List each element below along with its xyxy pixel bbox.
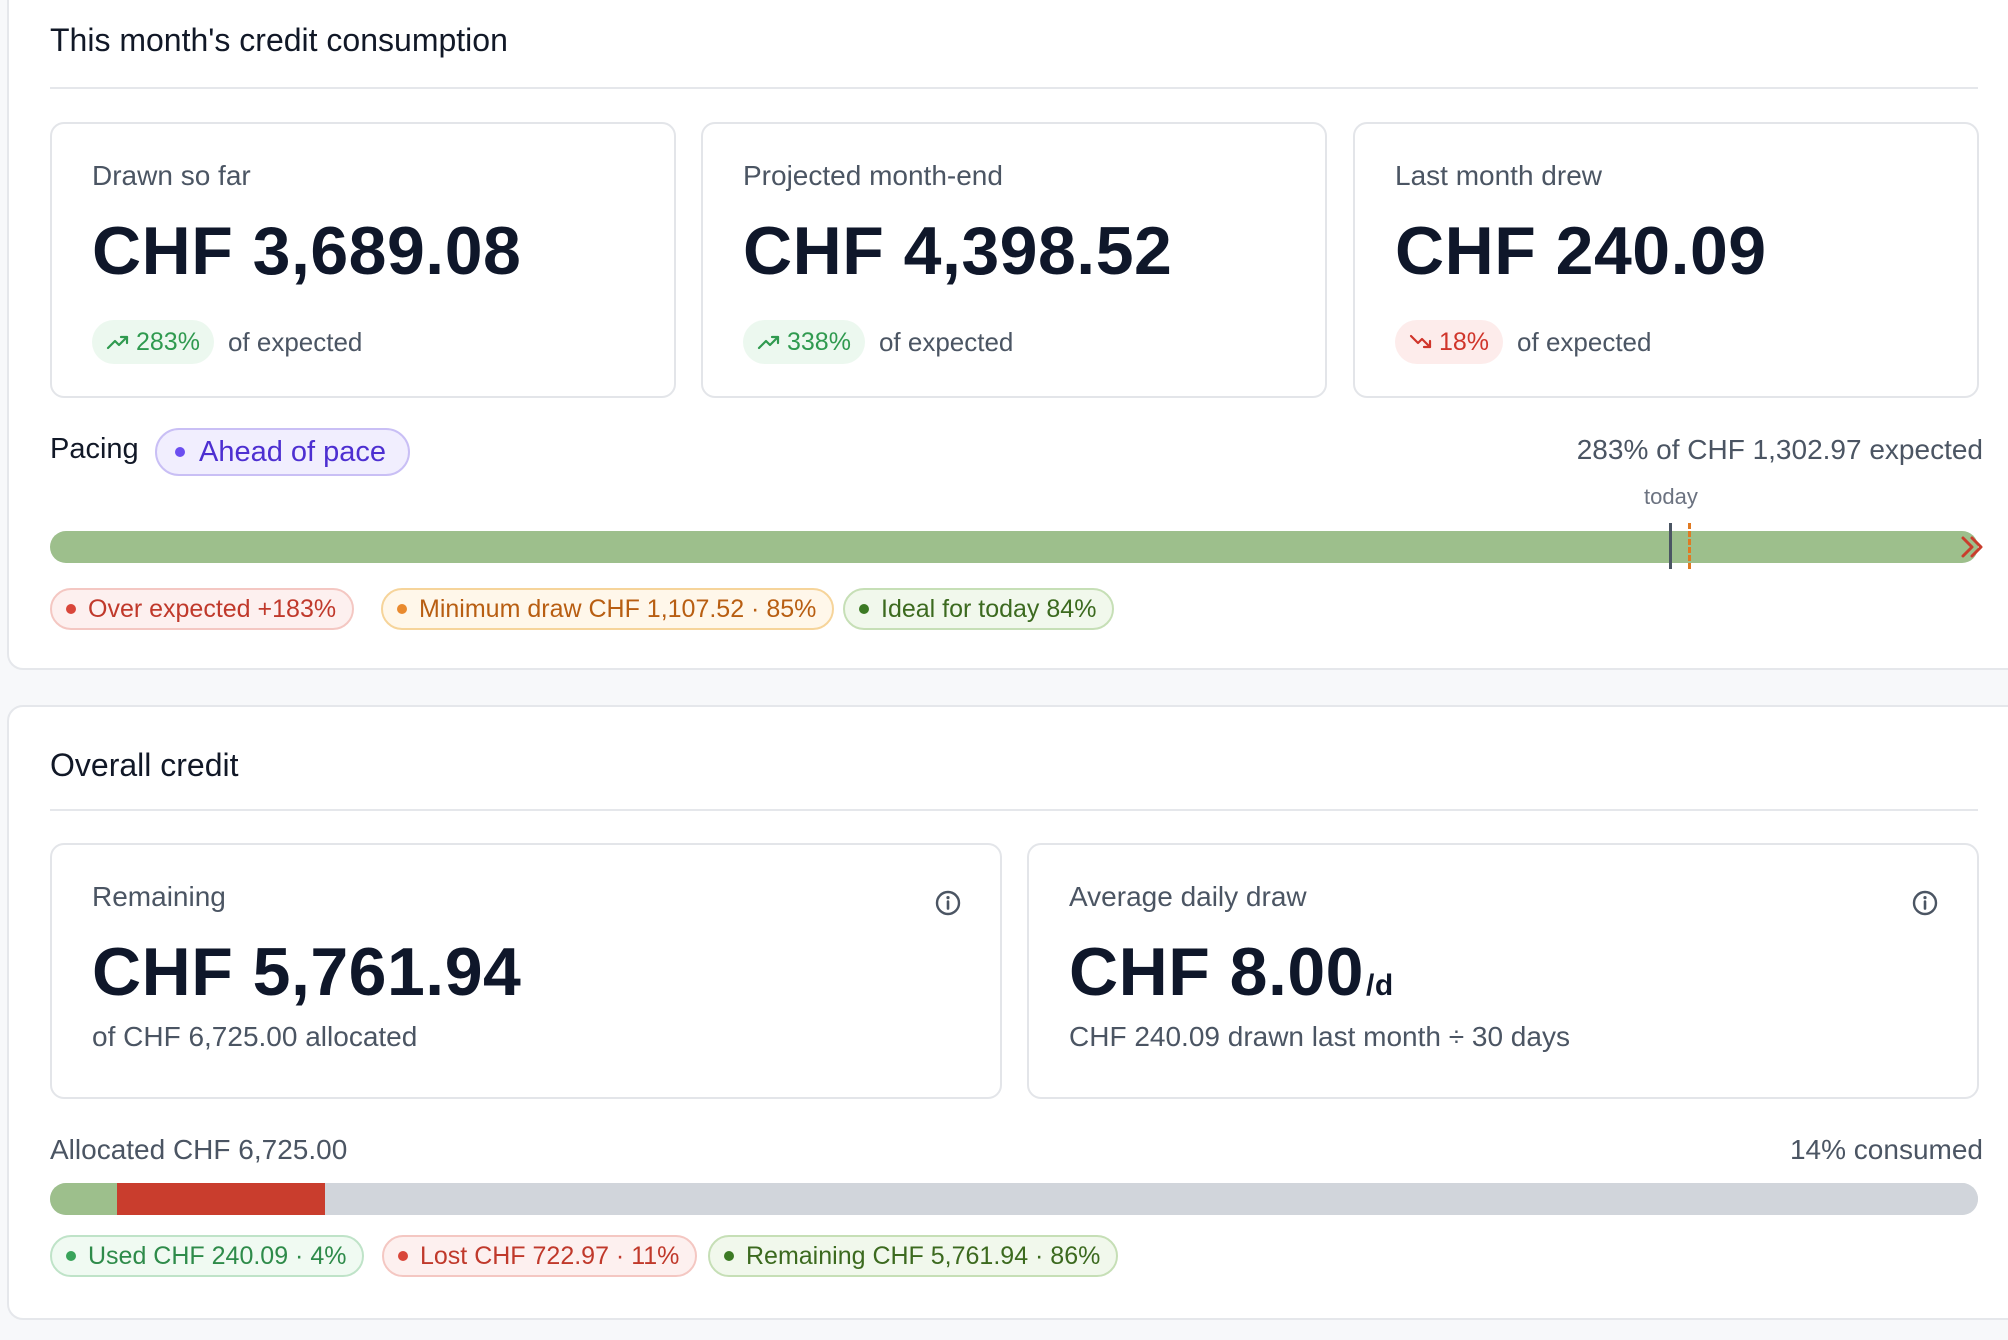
today-marker [1668, 523, 1672, 569]
legend-dot [397, 604, 407, 614]
trend-down-icon [1409, 334, 1432, 349]
pacing-summary: 283% of CHF 1,302.97 expected [1576, 434, 1983, 465]
status-dot [175, 447, 185, 457]
delta-badge: 18% [1395, 320, 1504, 364]
card-value: CHF 3,689.08 [92, 213, 522, 289]
pacing-label: Pacing [50, 433, 139, 465]
legend-remaining: Remaining CHF 5,761.94 · 86% [708, 1235, 1119, 1277]
legend-label: Remaining CHF 5,761.94 · 86% [746, 1241, 1101, 1270]
overall-credit-panel: Overall credit Remaining CHF 5,761.94 of… [7, 705, 2008, 1320]
trend-up-icon [757, 335, 780, 350]
card-average-daily-draw: Average daily draw CHF 8.00/d CHF 240.09… [1027, 843, 1979, 1099]
delta-note: of expected [1517, 326, 1652, 357]
consumed-label: 14% consumed [1789, 1134, 1983, 1165]
legend-dot [724, 1251, 734, 1261]
legend-label: Ideal for today 84% [881, 594, 1097, 623]
legend-dot [66, 604, 76, 614]
section-divider [50, 87, 1978, 89]
card-value: CHF 5,761.94 [92, 934, 522, 1010]
legend-used: Used CHF 240.09 · 4% [50, 1235, 365, 1277]
info-icon[interactable] [934, 889, 962, 917]
card-label: Remaining [92, 881, 226, 912]
card-label: Average daily draw [1069, 881, 1307, 912]
allocation-segment-used [50, 1183, 118, 1215]
legend-lost: Lost CHF 722.97 · 11% [382, 1235, 698, 1277]
card-value: CHF 4,398.52 [743, 213, 1173, 289]
pacing-status: Ahead of pace [199, 435, 387, 468]
section-divider [50, 809, 1978, 811]
section-title-monthly: This month's credit consumption [50, 22, 508, 58]
monthly-consumption-panel: This month's credit consumption Drawn so… [7, 0, 2008, 670]
trend-up-icon [106, 335, 129, 350]
legend-dot [859, 604, 869, 614]
legend-over-expected: Over expected +183% [50, 588, 355, 630]
card-projected-month-end: Projected month-end CHF 4,398.52 338% of… [701, 122, 1327, 398]
allocation-segment-remaining [324, 1183, 1978, 1215]
card-label: Projected month-end [743, 160, 1003, 191]
card-last-month-drew: Last month drew CHF 240.09 18% of expect… [1353, 122, 1979, 398]
pacing-status-badge: Ahead of pace [155, 428, 411, 476]
card-label: Last month drew [1395, 160, 1602, 191]
delta-badge: 338% [743, 320, 865, 364]
delta-value: 338% [787, 327, 851, 356]
allocation-bar [50, 1183, 1978, 1215]
overflow-chevron-icon [1961, 536, 1983, 558]
card-remaining: Remaining CHF 5,761.94 of CHF 6,725.00 a… [50, 843, 1002, 1099]
info-icon[interactable] [1911, 889, 1939, 917]
minimum-draw-marker [1687, 523, 1691, 569]
card-subtext: CHF 240.09 drawn last month ÷ 30 days [1069, 1021, 1570, 1052]
delta-row: 18% of expected [1395, 320, 1651, 364]
card-subtext: of CHF 6,725.00 allocated [92, 1021, 418, 1052]
unit-suffix: /d [1366, 969, 1394, 1002]
legend-minimum-draw: Minimum draw CHF 1,107.52 · 85% [381, 588, 835, 630]
average-value: CHF 8.00 [1069, 934, 1364, 1010]
delta-badge: 283% [92, 320, 214, 364]
legend-dot [398, 1251, 408, 1261]
today-marker-label: today [1644, 484, 1698, 509]
card-value: CHF 240.09 [1395, 213, 1767, 289]
legend-label: Used CHF 240.09 · 4% [88, 1241, 347, 1270]
card-drawn-so-far: Drawn so far CHF 3,689.08 283% of expect… [50, 122, 676, 398]
legend-label: Lost CHF 722.97 · 11% [420, 1241, 680, 1270]
delta-value: 283% [136, 327, 200, 356]
delta-value: 18% [1439, 327, 1490, 356]
legend-label: Minimum draw CHF 1,107.52 · 85% [419, 594, 817, 623]
legend-ideal-today: Ideal for today 84% [843, 588, 1115, 630]
delta-note: of expected [227, 326, 363, 357]
allocation-segment-lost [117, 1183, 325, 1215]
card-value: CHF 8.00/d [1069, 933, 1394, 1011]
legend-dot [66, 1251, 76, 1261]
delta-row: 338% of expected [743, 320, 1013, 364]
delta-note: of expected [878, 326, 1014, 357]
section-title-overall: Overall credit [50, 747, 239, 783]
delta-row: 283% of expected [92, 320, 362, 364]
card-label: Drawn so far [92, 160, 251, 191]
legend-label: Over expected +183% [88, 594, 337, 623]
allocated-label: Allocated CHF 6,725.00 [50, 1134, 348, 1165]
